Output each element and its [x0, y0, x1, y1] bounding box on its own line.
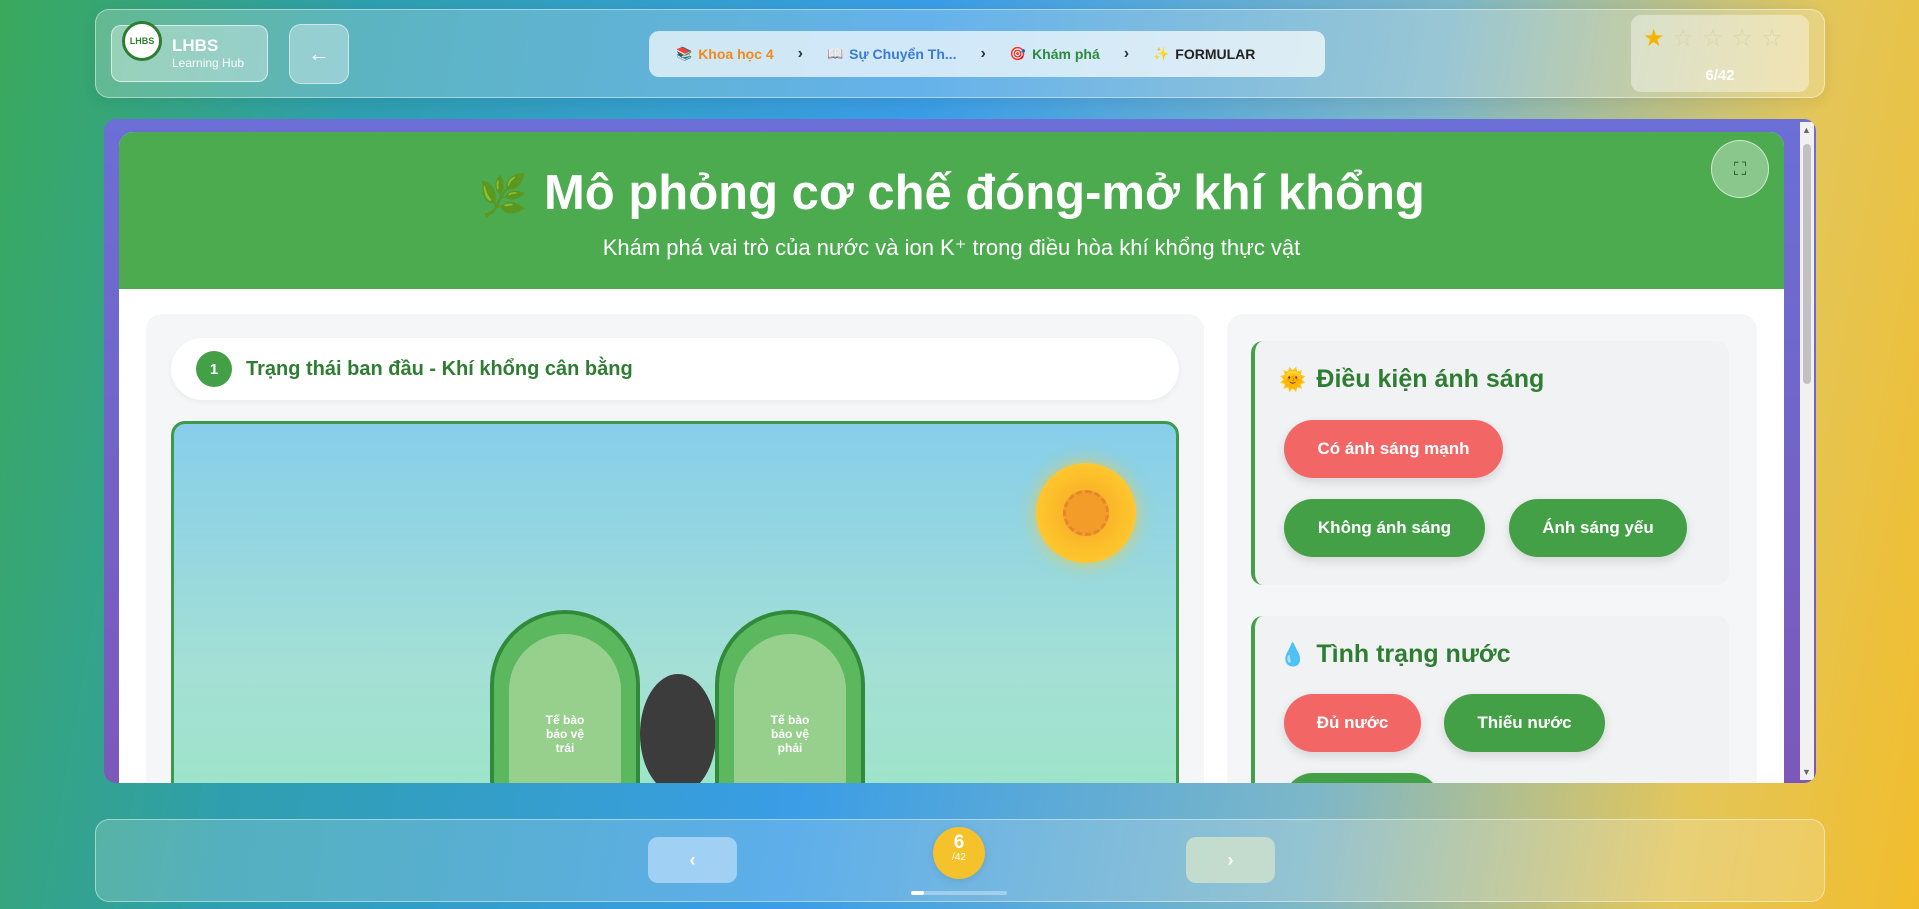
scroll-down-icon[interactable]: ▼ [1802, 767, 1811, 777]
step-number: 1 [196, 351, 232, 387]
bottom-navigation: ‹ 6 /42 › [95, 819, 1825, 902]
content-frame: 🌿 Mô phỏng cơ chế đóng-mở khí khổng Khám … [104, 119, 1816, 783]
sun-icon [1036, 463, 1136, 563]
breadcrumb-item-subject[interactable]: 📚 Khoa học 4 [676, 46, 774, 62]
page-title: 🌿 Mô phỏng cơ chế đóng-mở khí khổng [119, 132, 1784, 221]
arrow-left-icon: ← [308, 41, 330, 66]
fullscreen-icon: ⛶ [1733, 158, 1747, 179]
option-no-light[interactable]: Không ánh sáng [1284, 499, 1485, 557]
breadcrumb: 📚 Khoa học 4 › 📖 Sự Chuyển Th... › 🎯 Khá… [649, 31, 1325, 77]
logo-title: LHBS [172, 36, 219, 55]
books-icon: 📚 [676, 46, 693, 61]
star-filled-icon: ★ [1643, 25, 1665, 52]
step-indicator: 1 Trạng thái ban đầu - Khí khổng cân bằn… [171, 338, 1179, 400]
star-rating: ★ ☆ ☆ ☆ ☆ [1643, 24, 1783, 53]
progress-fill [911, 891, 925, 895]
simulation-card: 🌿 Mô phỏng cơ chế đóng-mở khí khổng Khám … [119, 132, 1784, 783]
chevron-right-icon: › [1123, 45, 1130, 62]
light-condition-heading: 🌞 Điều kiện ánh sáng [1279, 365, 1544, 394]
score-text: 6/42 [1705, 67, 1735, 84]
page-total: /42 [952, 852, 966, 863]
guard-cell-left: Tế bào bảo vệ trái [490, 610, 640, 783]
light-condition-title: Điều kiện ánh sáng [1316, 365, 1545, 393]
leaf-icon: 🌿 [478, 174, 528, 218]
step-label: Trạng thái ban đầu - Khí khổng cân bằng [246, 357, 633, 380]
option-lack-water[interactable]: Thiếu nước [1444, 694, 1605, 752]
chevron-right-icon: › [797, 45, 803, 62]
chevron-right-icon: › [1227, 849, 1234, 870]
water-status-group: 💧 Tình trạng nước Đủ nước Thiếu nước [1251, 616, 1729, 783]
chevron-right-icon: › [980, 45, 986, 62]
open-book-icon: 📖 [826, 46, 844, 61]
breadcrumb-item-current: ✨ FORMULAR [1153, 46, 1255, 62]
title-text: Mô phỏng cơ chế đóng-mở khí khổng [543, 166, 1425, 220]
option-partially-visible[interactable] [1284, 773, 1440, 783]
stomata-canvas[interactable]: Tế bào bảo vệ trái Tế bào bảo vệ phải [171, 421, 1179, 783]
scrollbar[interactable]: ▲ ▼ [1800, 122, 1814, 780]
water-drop-icon: 💧 [1279, 641, 1307, 667]
scroll-up-icon[interactable]: ▲ [1802, 125, 1811, 135]
back-button[interactable]: ← [289, 24, 349, 84]
logo-subtitle: Learning Hub [172, 56, 245, 70]
target-icon: 🎯 [1009, 46, 1027, 61]
chevron-left-icon: ‹ [689, 849, 696, 870]
breadcrumb-label: Sự Chuyển Th... [849, 46, 957, 62]
option-weak-light[interactable]: Ánh sáng yếu [1509, 499, 1687, 557]
logo[interactable]: LHBS LHBS Learning Hub [111, 21, 268, 82]
breadcrumb-label: Khoa học 4 [698, 46, 774, 62]
top-bar: LHBS LHBS Learning Hub ← 📚 Khoa học 4 › … [95, 9, 1825, 98]
next-button[interactable]: › [1186, 837, 1275, 883]
scrollbar-thumb[interactable] [1803, 144, 1811, 384]
page-current: 6 [953, 832, 965, 853]
card-header: 🌿 Mô phỏng cơ chế đóng-mở khí khổng Khám … [119, 132, 1784, 289]
page-subtitle: Khám phá vai trò của nước và ion K⁺ tron… [602, 235, 1301, 260]
water-status-heading: 💧 Tình trạng nước [1279, 640, 1511, 669]
water-status-title: Tình trạng nước [1316, 640, 1511, 668]
simulation-panel: 1 Trạng thái ban đầu - Khí khổng cân bằn… [146, 314, 1204, 783]
guard-cell-left-label: Tế bào bảo vệ trái [509, 634, 621, 783]
star-empty-icon: ☆ [1672, 25, 1695, 52]
star-empty-icon: ☆ [1761, 25, 1783, 52]
previous-button[interactable]: ‹ [648, 837, 737, 883]
light-condition-group: 🌞 Điều kiện ánh sáng Có ánh sáng mạnh Kh… [1251, 341, 1729, 585]
stoma-pore [640, 674, 716, 783]
logo-badge-icon: LHBS [122, 21, 162, 61]
breadcrumb-item-explore[interactable]: 🎯 Khám phá [1010, 46, 1100, 62]
star-empty-icon: ☆ [1731, 25, 1754, 52]
star-empty-icon: ☆ [1702, 25, 1724, 52]
page-indicator: 6 /42 [933, 827, 985, 879]
option-enough-water[interactable]: Đủ nước [1284, 694, 1421, 752]
option-strong-light[interactable]: Có ánh sáng mạnh [1284, 420, 1503, 478]
progress-bar [911, 891, 1007, 895]
sparkles-icon: ✨ [1153, 46, 1170, 61]
breadcrumb-label: FORMULAR [1175, 46, 1256, 62]
guard-cell-right-label: Tế bào bảo vệ phải [734, 634, 846, 783]
breadcrumb-item-lesson[interactable]: 📖 Sự Chuyển Th... [827, 46, 957, 62]
breadcrumb-label: Khám phá [1032, 46, 1100, 62]
guard-cell-right: Tế bào bảo vệ phải [715, 610, 865, 783]
fullscreen-button[interactable]: ⛶ [1711, 140, 1769, 198]
sun-face-icon: 🌞 [1279, 366, 1307, 392]
score-panel: ★ ☆ ☆ ☆ ☆ 6/42 [1631, 15, 1809, 92]
controls-panel: 🌞 Điều kiện ánh sáng Có ánh sáng mạnh Kh… [1227, 314, 1757, 783]
